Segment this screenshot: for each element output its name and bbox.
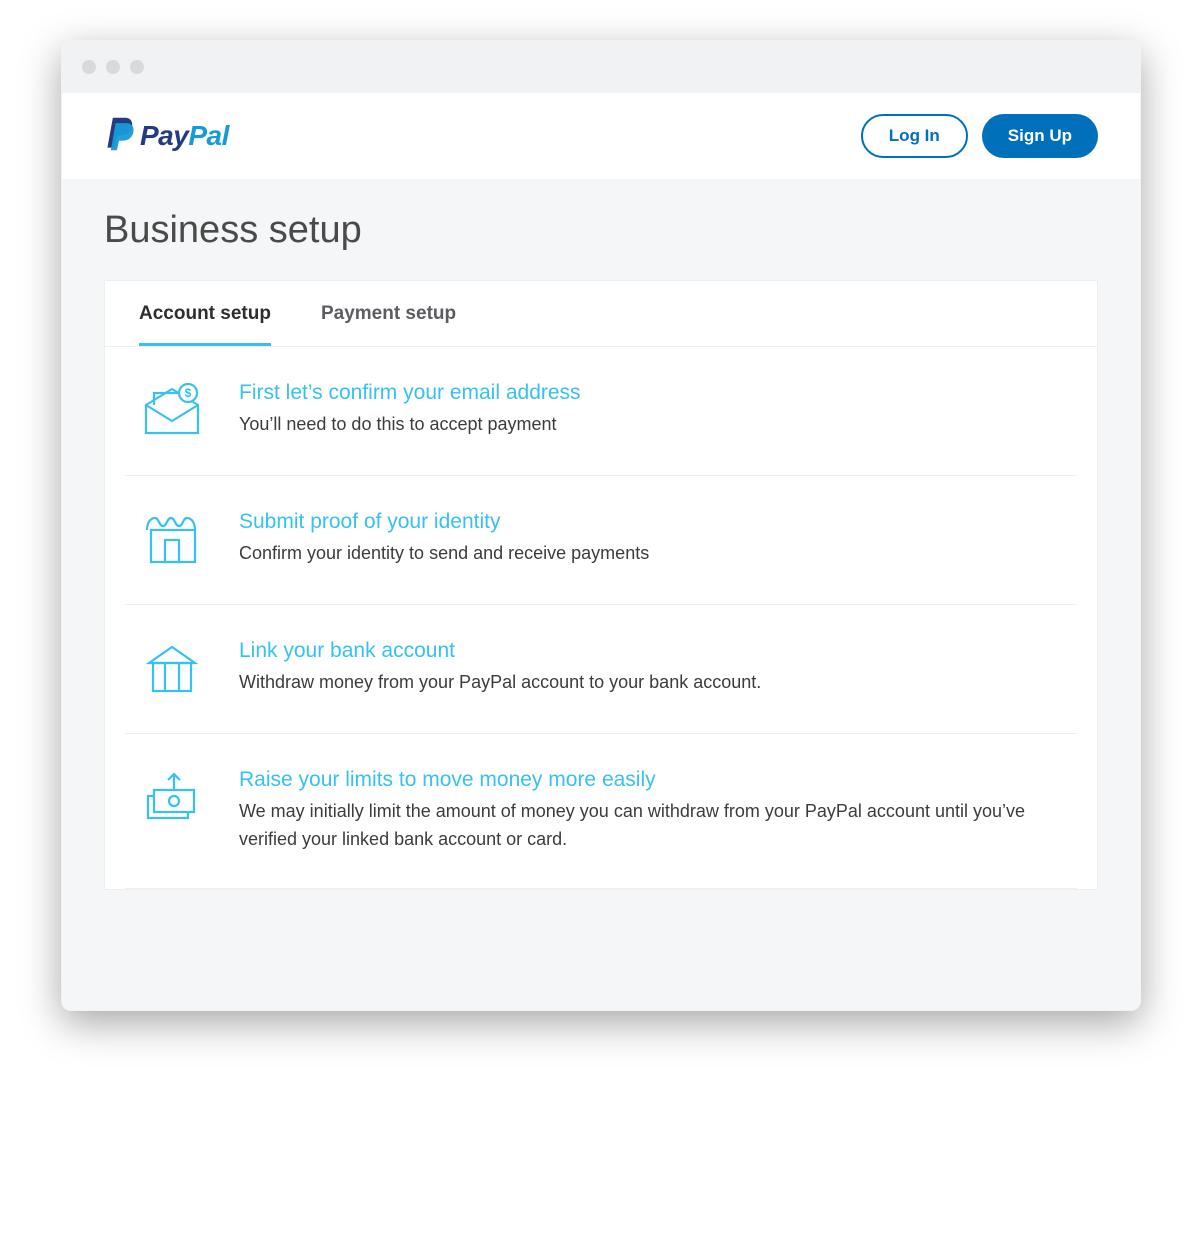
- step-link-bank[interactable]: Link your bank account Withdraw money fr…: [125, 605, 1077, 734]
- step-body: Link your bank account Withdraw money fr…: [239, 639, 1063, 697]
- logo-text-pay: Pay: [140, 120, 188, 151]
- tab-payment-setup[interactable]: Payment setup: [321, 281, 456, 346]
- page-title: Business setup: [104, 209, 1098, 252]
- browser-title-bar: [62, 41, 1140, 93]
- logo-text-pal: Pal: [188, 120, 229, 151]
- step-desc: Withdraw money from your PayPal account …: [239, 669, 1063, 697]
- paypal-logo-icon: [104, 115, 138, 158]
- step-list: $ First let’s confirm your email address…: [105, 347, 1097, 889]
- tab-account-setup[interactable]: Account setup: [139, 281, 271, 346]
- storefront-icon: [139, 510, 205, 570]
- step-title: Raise your limits to move money more eas…: [239, 768, 1063, 792]
- paypal-logo-text: PayPal: [140, 120, 229, 152]
- content-area: Business setup Account setup Payment set…: [62, 179, 1140, 1010]
- step-body: First let’s confirm your email address Y…: [239, 381, 1063, 439]
- step-title: First let’s confirm your email address: [239, 381, 1063, 405]
- paypal-logo[interactable]: PayPal: [104, 115, 229, 158]
- step-desc: We may initially limit the amount of mon…: [239, 798, 1063, 854]
- window-dot: [106, 60, 120, 74]
- bank-icon: [139, 639, 205, 699]
- browser-frame: PayPal Log In Sign Up Business setup Acc…: [61, 40, 1141, 1011]
- svg-text:$: $: [185, 386, 192, 400]
- window-dot: [82, 60, 96, 74]
- step-confirm-email[interactable]: $ First let’s confirm your email address…: [125, 347, 1077, 476]
- signup-button[interactable]: Sign Up: [982, 114, 1098, 158]
- tabs: Account setup Payment setup: [105, 281, 1097, 347]
- app-header: PayPal Log In Sign Up: [62, 93, 1140, 179]
- setup-card: Account setup Payment setup $: [104, 280, 1098, 890]
- step-title: Link your bank account: [239, 639, 1063, 663]
- login-button[interactable]: Log In: [861, 114, 968, 158]
- step-raise-limits[interactable]: Raise your limits to move money more eas…: [125, 734, 1077, 889]
- email-dollar-icon: $: [139, 381, 205, 441]
- step-proof-identity[interactable]: Submit proof of your identity Confirm yo…: [125, 476, 1077, 605]
- raise-limit-icon: [139, 768, 205, 828]
- step-body: Submit proof of your identity Confirm yo…: [239, 510, 1063, 568]
- step-desc: You’ll need to do this to accept payment: [239, 411, 1063, 439]
- step-body: Raise your limits to move money more eas…: [239, 768, 1063, 854]
- header-buttons: Log In Sign Up: [861, 114, 1098, 158]
- window-dot: [130, 60, 144, 74]
- step-title: Submit proof of your identity: [239, 510, 1063, 534]
- step-desc: Confirm your identity to send and receiv…: [239, 540, 1063, 568]
